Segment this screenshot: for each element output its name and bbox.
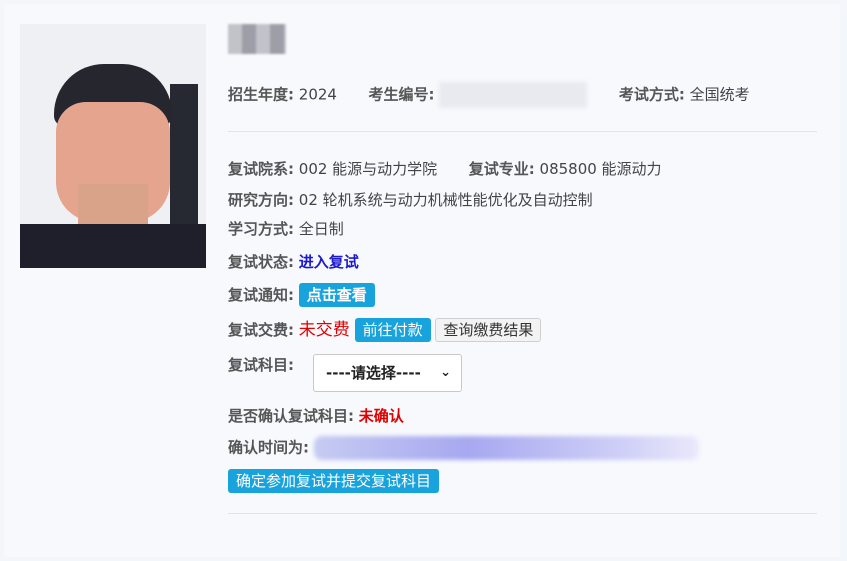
submit-row: 确定参加复试并提交复试科目: [228, 469, 440, 493]
subject-label: 复试科目:: [228, 356, 294, 374]
direction-value: 02 轮机系统与动力机械性能优化及自动控制: [298, 191, 593, 209]
confirm-row: 是否确认复试科目: 未确认: [228, 405, 404, 427]
major-value: 085800 能源动力: [539, 160, 662, 178]
subject-select-value: ----请选择----: [326, 364, 421, 382]
confirm-time-row: 确认时间为:: [228, 436, 699, 460]
pay-button[interactable]: 前往付款: [354, 318, 431, 342]
chevron-down-icon: ⌄: [440, 365, 451, 380]
confirm-time-redacted: [313, 436, 699, 460]
major-label: 复试专业:: [468, 160, 535, 178]
bottom-divider: [228, 513, 817, 514]
submit-retest-button[interactable]: 确定参加复试并提交复试科目: [228, 469, 440, 493]
direction-label: 研究方向:: [228, 191, 294, 209]
exam-method-value: 全国统考: [689, 85, 750, 104]
year-value: 2024: [298, 85, 337, 104]
notice-row: 复试通知: 点击查看: [228, 283, 375, 307]
college-row: 复试院系: 002 能源与动力学院 复试专业: 085800 能源动力: [228, 158, 662, 180]
college-label: 复试院系:: [228, 160, 294, 178]
subject-row: 复试科目:: [228, 354, 294, 376]
applicant-name-redacted: [228, 24, 286, 54]
confirm-value: 未确认: [358, 407, 404, 425]
confirm-label: 是否确认复试科目:: [228, 407, 354, 425]
study-mode-value: 全日制: [298, 220, 344, 238]
status-value: 进入复试: [298, 253, 359, 271]
year-label: 招生年度:: [228, 85, 294, 104]
subject-select[interactable]: ----请选择---- ⌄: [313, 354, 462, 392]
exam-method-label: 考试方式:: [618, 85, 685, 104]
study-mode-label: 学习方式:: [228, 220, 294, 238]
direction-row: 研究方向: 02 轮机系统与动力机械性能优化及自动控制: [228, 189, 593, 211]
query-payment-button[interactable]: 查询缴费结果: [435, 318, 542, 342]
profile-row: 招生年度: 2024 考生编号: 考试方式: 全国统考: [228, 82, 750, 108]
fee-status: 未交费: [298, 320, 350, 340]
status-label: 复试状态:: [228, 253, 294, 271]
fee-label: 复试交费:: [228, 321, 294, 339]
examinee-id-label: 考生编号:: [368, 85, 435, 104]
status-row: 复试状态: 进入复试: [228, 251, 359, 273]
fee-row: 复试交费: 未交费 前往付款 查询缴费结果: [228, 318, 542, 342]
examinee-id-redacted: [439, 82, 588, 108]
applicant-photo: [20, 24, 206, 268]
college-value: 002 能源与动力学院: [298, 160, 438, 178]
study-mode-row: 学习方式: 全日制: [228, 218, 344, 240]
confirm-time-label: 确认时间为:: [228, 438, 309, 457]
notice-label: 复试通知:: [228, 286, 294, 304]
divider: [228, 131, 817, 132]
view-notice-button[interactable]: 点击查看: [298, 283, 375, 307]
